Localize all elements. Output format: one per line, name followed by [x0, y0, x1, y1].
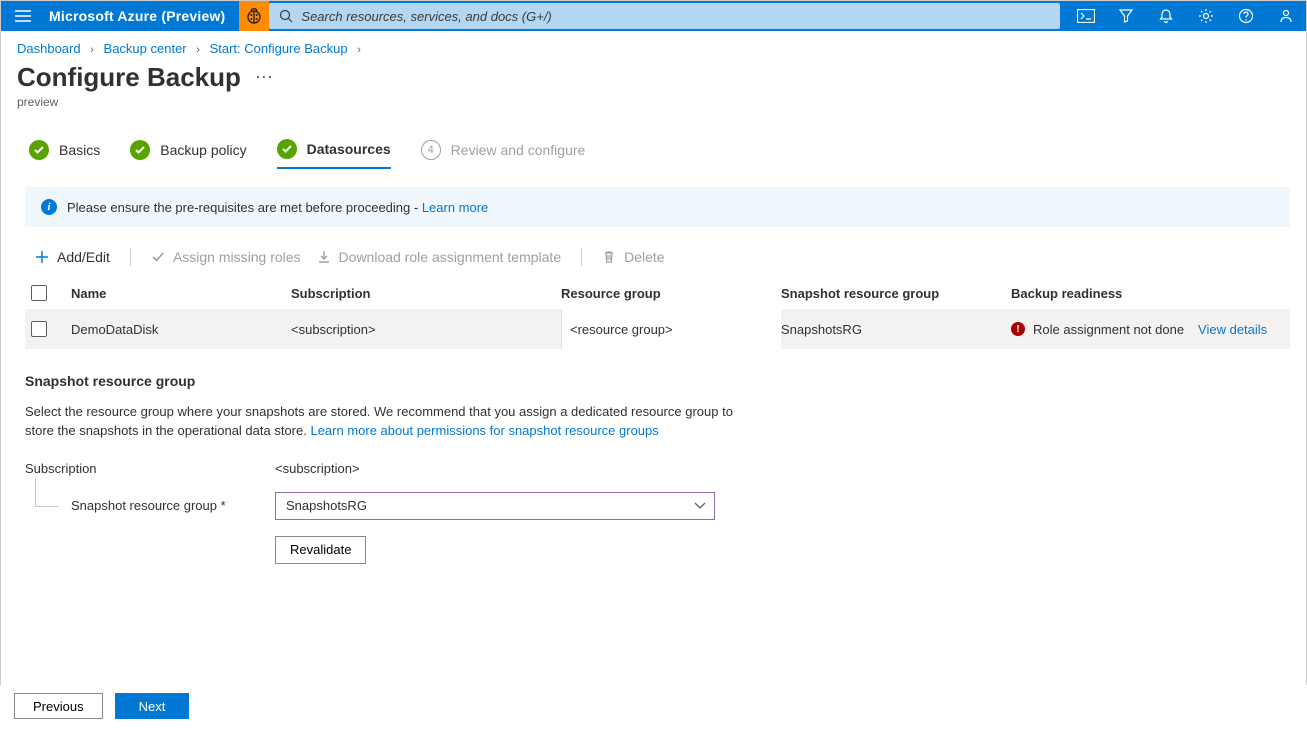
row-checkbox[interactable]	[31, 321, 47, 337]
col-resource-group: Resource group	[561, 286, 781, 301]
breadcrumb-item[interactable]: Backup center	[104, 41, 187, 56]
step-datasources[interactable]: Datasources	[277, 139, 391, 169]
step-label: Basics	[59, 142, 100, 158]
separator	[130, 248, 131, 266]
step-number: 4	[421, 140, 441, 160]
help-button[interactable]	[1226, 1, 1266, 31]
check-icon	[33, 144, 45, 156]
bell-icon	[1158, 8, 1174, 24]
wizard-steps: Basics Backup policy Datasources 4 Revie…	[1, 109, 1306, 169]
datasource-table: Name Subscription Resource group Snapsho…	[1, 277, 1306, 349]
hamburger-icon	[15, 10, 31, 22]
info-icon: i	[41, 199, 57, 215]
snapshot-rg-dropdown[interactable]: SnapshotsRG	[275, 492, 715, 520]
page-title: Configure Backup	[17, 62, 241, 93]
revalidate-button[interactable]: Revalidate	[275, 536, 366, 564]
delete-button: Delete	[598, 247, 668, 267]
cell-snapshot-rg: SnapshotsRG	[781, 322, 1011, 337]
settings-button[interactable]	[1186, 1, 1226, 31]
select-all-checkbox[interactable]	[31, 285, 47, 301]
step-label: Review and configure	[451, 142, 586, 158]
add-edit-button[interactable]: Add/Edit	[31, 247, 114, 267]
breadcrumb-item[interactable]: Start: Configure Backup	[210, 41, 348, 56]
info-learn-more-link[interactable]: Learn more	[422, 200, 488, 215]
add-edit-label: Add/Edit	[57, 249, 110, 265]
col-snapshot-rg: Snapshot resource group	[781, 286, 1011, 301]
snapshot-rg-label: Snapshot resource group *	[25, 498, 275, 513]
step-review: 4 Review and configure	[421, 140, 586, 168]
check-icon	[134, 144, 146, 156]
search-input[interactable]	[301, 9, 1050, 24]
col-subscription: Subscription	[291, 286, 561, 301]
breadcrumb: Dashboard › Backup center › Start: Confi…	[1, 31, 1306, 56]
page-subtitle: preview	[1, 93, 1306, 109]
feedback-button[interactable]	[1266, 1, 1306, 31]
download-template-button: Download role assignment template	[313, 247, 566, 267]
top-bar: Microsoft Azure (Preview)	[1, 1, 1306, 31]
cell-subscription: <subscription>	[291, 322, 561, 337]
view-details-link[interactable]: View details	[1198, 322, 1267, 337]
more-actions-button[interactable]: ⋯	[255, 67, 273, 88]
info-banner: i Please ensure the pre-requisites are m…	[25, 187, 1290, 227]
assign-roles-label: Assign missing roles	[173, 249, 301, 265]
datasource-toolbar: Add/Edit Assign missing roles Download r…	[1, 227, 1306, 277]
info-text: Please ensure the pre-requisites are met…	[67, 200, 422, 215]
assign-roles-button: Assign missing roles	[147, 247, 305, 267]
person-feedback-icon	[1278, 8, 1294, 24]
search-box[interactable]	[269, 3, 1060, 29]
col-name: Name	[71, 286, 291, 301]
check-icon	[281, 143, 293, 155]
chevron-down-icon	[694, 502, 706, 510]
help-icon	[1238, 8, 1254, 24]
cloud-shell-button[interactable]	[1066, 1, 1106, 31]
table-header: Name Subscription Resource group Snapsho…	[25, 277, 1290, 309]
wizard-footer: Previous Next	[0, 685, 1307, 729]
cell-name: DemoDataDisk	[71, 322, 291, 337]
table-row[interactable]: DemoDataDisk <subscription> <resource gr…	[25, 309, 1290, 349]
filter-icon	[1118, 8, 1134, 24]
col-readiness: Backup readiness	[1011, 286, 1284, 301]
preview-bug-button[interactable]	[239, 1, 269, 31]
error-icon: !	[1011, 322, 1025, 336]
snapshot-section-heading: Snapshot resource group	[25, 373, 737, 389]
cell-resource-group: <resource group>	[561, 309, 781, 349]
subscription-value: <subscription>	[275, 461, 735, 476]
snapshot-learn-more-link[interactable]: Learn more about permissions for snapsho…	[310, 423, 658, 438]
snapshot-rg-value: SnapshotsRG	[286, 498, 367, 513]
next-button[interactable]: Next	[115, 693, 190, 719]
subscription-label: Subscription	[25, 461, 275, 476]
step-label: Datasources	[307, 141, 391, 157]
download-icon	[317, 250, 331, 264]
breadcrumb-item[interactable]: Dashboard	[17, 41, 81, 56]
step-basics[interactable]: Basics	[29, 140, 100, 168]
download-template-label: Download role assignment template	[339, 249, 562, 265]
step-label: Backup policy	[160, 142, 246, 158]
chevron-right-icon: ›	[351, 44, 367, 56]
bug-icon	[245, 7, 263, 25]
trash-icon	[602, 250, 616, 264]
cell-readiness: Role assignment not done	[1033, 322, 1184, 337]
brand-label: Microsoft Azure (Preview)	[45, 8, 239, 24]
top-icons	[1066, 1, 1306, 31]
previous-button[interactable]: Previous	[14, 693, 103, 719]
plus-icon	[35, 250, 49, 264]
step-backup-policy[interactable]: Backup policy	[130, 140, 246, 168]
chevron-right-icon: ›	[84, 44, 100, 56]
check-icon	[151, 250, 165, 264]
delete-label: Delete	[624, 249, 664, 265]
search-icon	[279, 9, 293, 23]
gear-icon	[1198, 8, 1214, 24]
cloud-shell-icon	[1077, 9, 1095, 23]
menu-button[interactable]	[1, 1, 45, 31]
chevron-right-icon: ›	[190, 44, 206, 56]
separator	[581, 248, 582, 266]
directory-filter-button[interactable]	[1106, 1, 1146, 31]
notifications-button[interactable]	[1146, 1, 1186, 31]
